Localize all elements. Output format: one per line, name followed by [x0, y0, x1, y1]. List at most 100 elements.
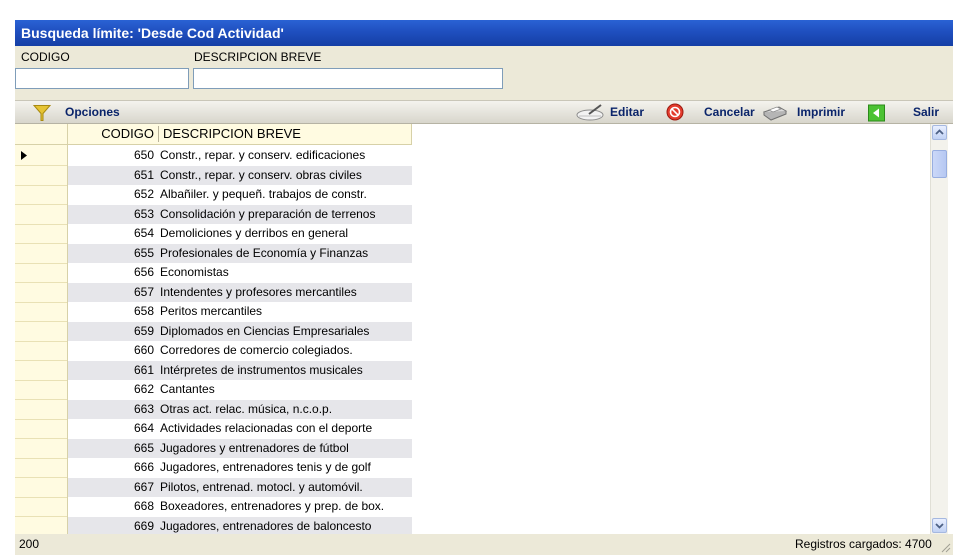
row-indicator[interactable]	[15, 283, 67, 303]
status-bar: 200 Registros cargados: 4700	[15, 534, 953, 555]
table-row[interactable]: 654 Demoliciones y derribos en general	[68, 224, 412, 244]
table-row[interactable]: 652 Albañiler. y pequeñ. trabajos de cons…	[68, 185, 412, 205]
scroll-down-button[interactable]	[932, 518, 947, 533]
cell-codigo: 659	[133, 323, 154, 338]
row-indicator[interactable]	[15, 166, 67, 186]
cell-codigo: 669	[133, 518, 154, 533]
edit-icon[interactable]	[575, 103, 607, 121]
cell-codigo: 654	[133, 226, 154, 240]
table-row[interactable]: 657 Intendentes y profesores mercantiles	[68, 282, 412, 303]
printer-icon[interactable]	[761, 103, 789, 121]
scroll-thumb[interactable]	[932, 150, 947, 178]
chevron-down-icon	[935, 523, 944, 529]
cell-descripcion: Peritos mercantiles	[160, 304, 263, 318]
table-row[interactable]: 662 Cantantes	[68, 380, 412, 400]
vertical-scrollbar[interactable]	[930, 124, 948, 534]
cell-codigo: 664	[133, 421, 154, 435]
row-indicator[interactable]	[15, 419, 67, 439]
row-indicator[interactable]	[15, 185, 67, 205]
cell-descripcion: Corredores de comercio colegiados.	[160, 343, 353, 357]
table-row[interactable]: 659 Diplomados en Ciencias Empresariales	[68, 321, 412, 342]
cell-descripcion: Jugadores, entrenadores tenis y de golf	[160, 460, 371, 474]
exit-icon[interactable]	[868, 104, 885, 122]
opciones-menu[interactable]: Opciones	[65, 101, 120, 123]
table-row[interactable]: 650 Constr., repar. y conserv. edificacio…	[68, 146, 412, 166]
table-row[interactable]: 663 Otras act. relac. música, n.c.o.p.	[68, 399, 412, 420]
row-indicator[interactable]	[15, 224, 67, 244]
cell-descripcion: Boxeadores, entrenadores y prep. de box.	[160, 499, 385, 513]
row-indicator[interactable]	[15, 205, 67, 225]
funnel-icon[interactable]	[33, 104, 51, 122]
descripcion-filter-label: DESCRIPCION BREVE	[194, 50, 322, 64]
cell-codigo: 666	[133, 460, 154, 474]
table-row[interactable]: 668 Boxeadores, entrenadores y prep. de b…	[68, 497, 412, 517]
row-indicator[interactable]	[15, 146, 67, 166]
column-header-codigo[interactable]: CODIGO	[68, 124, 154, 144]
table-row[interactable]: 669 Jugadores, entrenadores de baloncesto	[68, 516, 412, 534]
cell-codigo: 667	[133, 479, 154, 494]
toolbar: Opciones Editar Cancelar Imprimir Salir	[15, 100, 953, 124]
cell-descripcion: Jugadores y entrenadores de fútbol	[160, 440, 349, 455]
window-title: Busqueda límite: 'Desde Cod Actividad'	[21, 25, 284, 41]
row-indicator[interactable]	[15, 380, 67, 400]
table-row[interactable]: 658 Peritos mercantiles	[68, 302, 412, 322]
table-row[interactable]: 664 Actividades relacionadas con el depor…	[68, 419, 412, 439]
cell-codigo: 663	[133, 401, 154, 416]
table-row[interactable]: 665 Jugadores y entrenadores de fútbol	[68, 438, 412, 459]
table-row[interactable]: 651 Constr., repar. y conserv. obras civi…	[68, 165, 412, 186]
cell-descripcion: Actividades relacionadas con el deporte	[160, 421, 373, 435]
cell-codigo: 661	[133, 362, 154, 377]
salir-button[interactable]: Salir	[913, 101, 939, 123]
row-indicator[interactable]	[15, 361, 67, 381]
row-indicator[interactable]	[15, 458, 67, 478]
chevron-up-icon	[935, 129, 944, 135]
row-indicator[interactable]	[15, 478, 67, 498]
imprimir-button[interactable]: Imprimir	[797, 101, 845, 123]
table-row[interactable]: 661 Intérpretes de instrumentos musicales	[68, 360, 412, 381]
cell-codigo: 662	[133, 382, 154, 396]
cell-descripcion: Intendentes y profesores mercantiles	[160, 284, 357, 299]
row-indicator[interactable]	[15, 244, 67, 264]
cancelar-button[interactable]: Cancelar	[704, 101, 755, 123]
row-indicator[interactable]	[15, 497, 67, 517]
cell-codigo: 658	[133, 304, 154, 318]
cell-descripcion: Demoliciones y derribos en general	[160, 226, 349, 240]
grid-header: CODIGO DESCRIPCION BREVE	[15, 124, 412, 145]
results-grid[interactable]: CODIGO DESCRIPCION BREVE 650 Constr., rep…	[15, 124, 953, 534]
table-row[interactable]: 656 Economistas	[68, 263, 412, 283]
cell-codigo: 652	[133, 187, 154, 201]
cell-descripcion: Constr., repar. y conserv. edificaciones	[160, 148, 366, 162]
descripcion-filter-input[interactable]	[193, 68, 503, 89]
table-row[interactable]: 667 Pilotos, entrenad. motocl. y automóvi…	[68, 477, 412, 498]
table-row[interactable]: 655 Profesionales de Economía y Finanzas	[68, 243, 412, 264]
row-indicator[interactable]	[15, 341, 67, 361]
cell-codigo: 655	[133, 245, 154, 260]
cancel-icon[interactable]	[666, 103, 684, 121]
column-header-descripcion[interactable]: DESCRIPCION BREVE	[163, 124, 301, 144]
cell-codigo: 657	[133, 284, 154, 299]
table-row[interactable]: 653 Consolidación y preparación de terren…	[68, 204, 412, 225]
search-window: Busqueda límite: 'Desde Cod Actividad' C…	[15, 20, 953, 555]
row-indicator[interactable]	[15, 400, 67, 420]
row-indicator[interactable]	[15, 263, 67, 283]
cell-codigo: 650	[133, 148, 154, 162]
codigo-filter-input[interactable]	[15, 68, 189, 89]
row-indicator[interactable]	[15, 302, 67, 322]
status-count: 200	[19, 537, 40, 551]
row-indicator[interactable]	[15, 322, 67, 342]
resize-grip-icon[interactable]	[939, 541, 951, 553]
cell-codigo: 660	[133, 343, 154, 357]
cell-descripcion: Consolidación y preparación de terrenos	[160, 206, 376, 221]
cell-descripcion: Pilotos, entrenad. motocl. y automóvil.	[160, 479, 363, 494]
title-bar: Busqueda límite: 'Desde Cod Actividad'	[15, 20, 953, 46]
cell-descripcion: Otras act. relac. música, n.c.o.p.	[160, 401, 333, 416]
table-row[interactable]: 660 Corredores de comercio colegiados.	[68, 341, 412, 361]
editar-button[interactable]: Editar	[610, 101, 644, 123]
row-indicator[interactable]	[15, 439, 67, 459]
row-indicator[interactable]	[15, 517, 67, 535]
table-row[interactable]: 666 Jugadores, entrenadores tenis y de go…	[68, 458, 412, 478]
cell-codigo: 665	[133, 440, 154, 455]
scroll-up-button[interactable]	[932, 125, 947, 140]
cell-codigo: 656	[133, 265, 154, 279]
cell-descripcion: Constr., repar. y conserv. obras civiles	[160, 167, 362, 182]
